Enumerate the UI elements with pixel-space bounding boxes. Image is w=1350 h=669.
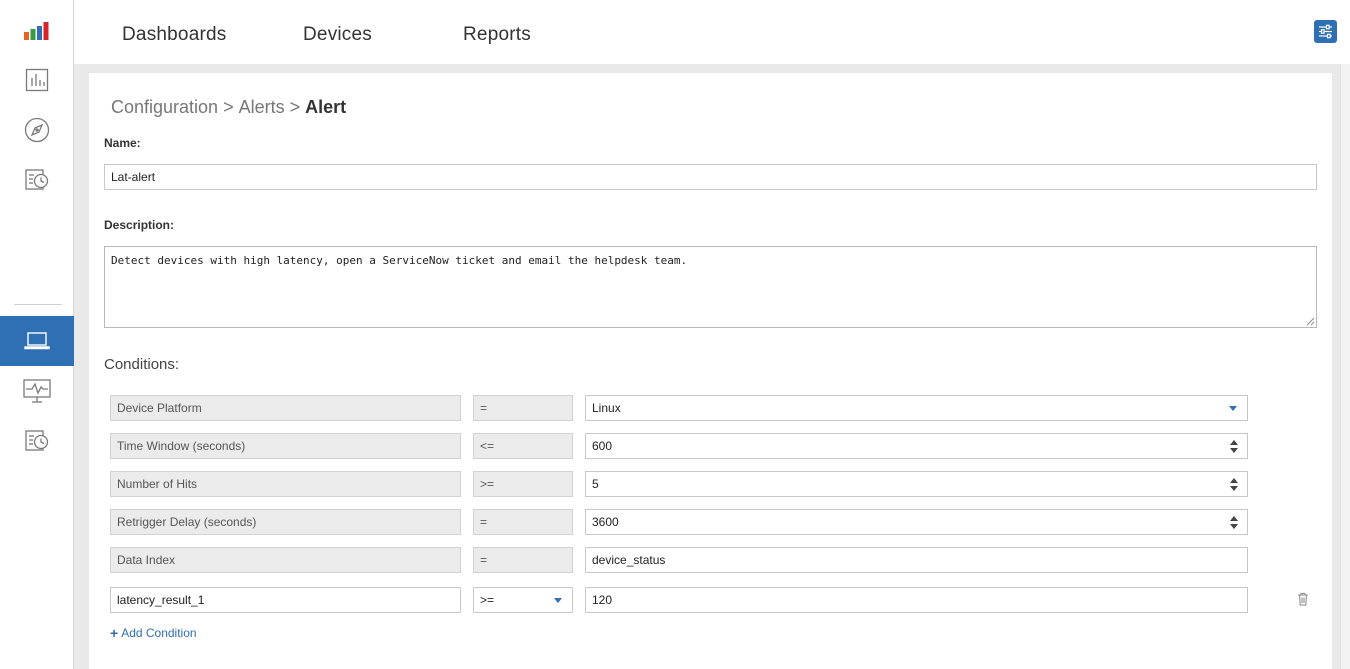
custom-condition-field-input[interactable]: latency_result_1 [110, 587, 461, 613]
schedule-list-icon [25, 169, 49, 190]
sidebar-divider [14, 304, 62, 305]
breadcrumb-alerts[interactable]: Alerts [239, 97, 285, 117]
condition-operator: = [473, 509, 573, 535]
breadcrumb-separator: > [223, 97, 234, 117]
brand-logo-icon [24, 22, 49, 40]
breadcrumb: Configuration > Alerts > Alert [111, 97, 346, 118]
condition-operator: = [473, 547, 573, 573]
tab-dashboards[interactable]: Dashboards [122, 24, 226, 46]
left-sidebar [0, 0, 74, 669]
condition-operator: <= [473, 433, 573, 459]
condition-value-number[interactable]: 600 [585, 433, 1248, 459]
alert-config-panel [89, 73, 1332, 669]
conditions-title: Conditions: [104, 356, 180, 373]
condition-value-select[interactable]: Linux [585, 395, 1248, 421]
description-label: Description: [104, 218, 175, 232]
condition-value: 3600 [592, 515, 619, 529]
condition-field: Data Index [110, 547, 461, 573]
spinner-icon[interactable] [1230, 478, 1238, 491]
spinner-icon[interactable] [1230, 516, 1238, 529]
sidebar-item-explore[interactable] [0, 105, 74, 155]
settings-button[interactable] [1314, 20, 1337, 43]
condition-value: Linux [592, 401, 621, 415]
sidebar-item-devices[interactable] [0, 316, 74, 366]
name-label: Name: [104, 136, 141, 150]
sliders-icon [1319, 24, 1332, 39]
add-condition-label: Add Condition [121, 626, 197, 640]
add-condition-link[interactable]: + Add Condition [110, 626, 197, 640]
resize-grip-icon[interactable] [1306, 317, 1315, 326]
spinner-icon[interactable] [1230, 440, 1238, 453]
condition-value-text[interactable]: device_status [585, 547, 1248, 573]
top-navigation-bar [74, 0, 1350, 64]
condition-operator: >= [480, 593, 495, 607]
tab-reports[interactable]: Reports [463, 24, 531, 46]
trash-icon[interactable] [1297, 592, 1309, 606]
name-input[interactable]: Lat-alert [104, 164, 1317, 190]
condition-operator: >= [473, 471, 573, 497]
condition-operator: = [473, 395, 573, 421]
bar-chart-icon [25, 68, 49, 92]
condition-value-number[interactable]: 5 [585, 471, 1248, 497]
sidebar-item-schedules[interactable] [0, 155, 74, 205]
breadcrumb-configuration[interactable]: Configuration [111, 97, 218, 117]
description-text: Detect devices with high latency, open a… [111, 254, 688, 267]
laptop-icon [24, 332, 50, 350]
sidebar-item-monitoring[interactable] [0, 366, 74, 416]
breadcrumb-separator: > [289, 97, 301, 117]
chevron-down-icon [1229, 406, 1237, 411]
compass-icon [24, 117, 50, 143]
schedule-list-icon [25, 430, 49, 451]
monitor-pulse-icon [23, 379, 51, 403]
custom-condition-operator-select[interactable]: >= [473, 587, 573, 613]
chevron-down-icon [554, 598, 562, 603]
sidebar-item-analytics[interactable] [0, 55, 74, 105]
condition-field: Retrigger Delay (seconds) [110, 509, 461, 535]
breadcrumb-current: Alert [305, 97, 347, 117]
description-textarea[interactable]: Detect devices with high latency, open a… [104, 246, 1317, 328]
condition-field: Time Window (seconds) [110, 433, 461, 459]
plus-icon: + [110, 625, 119, 641]
tab-devices[interactable]: Devices [303, 24, 372, 46]
condition-value: 600 [592, 439, 613, 453]
condition-value-number[interactable]: 3600 [585, 509, 1248, 535]
custom-condition-value-input[interactable]: 120 [585, 587, 1248, 613]
sidebar-item-device-schedules[interactable] [0, 416, 74, 466]
condition-field: Number of Hits [110, 471, 461, 497]
brand-logo[interactable] [0, 6, 74, 56]
condition-value: 5 [592, 477, 599, 491]
condition-field: Device Platform [110, 395, 461, 421]
page-scrollbar[interactable] [1340, 64, 1350, 669]
